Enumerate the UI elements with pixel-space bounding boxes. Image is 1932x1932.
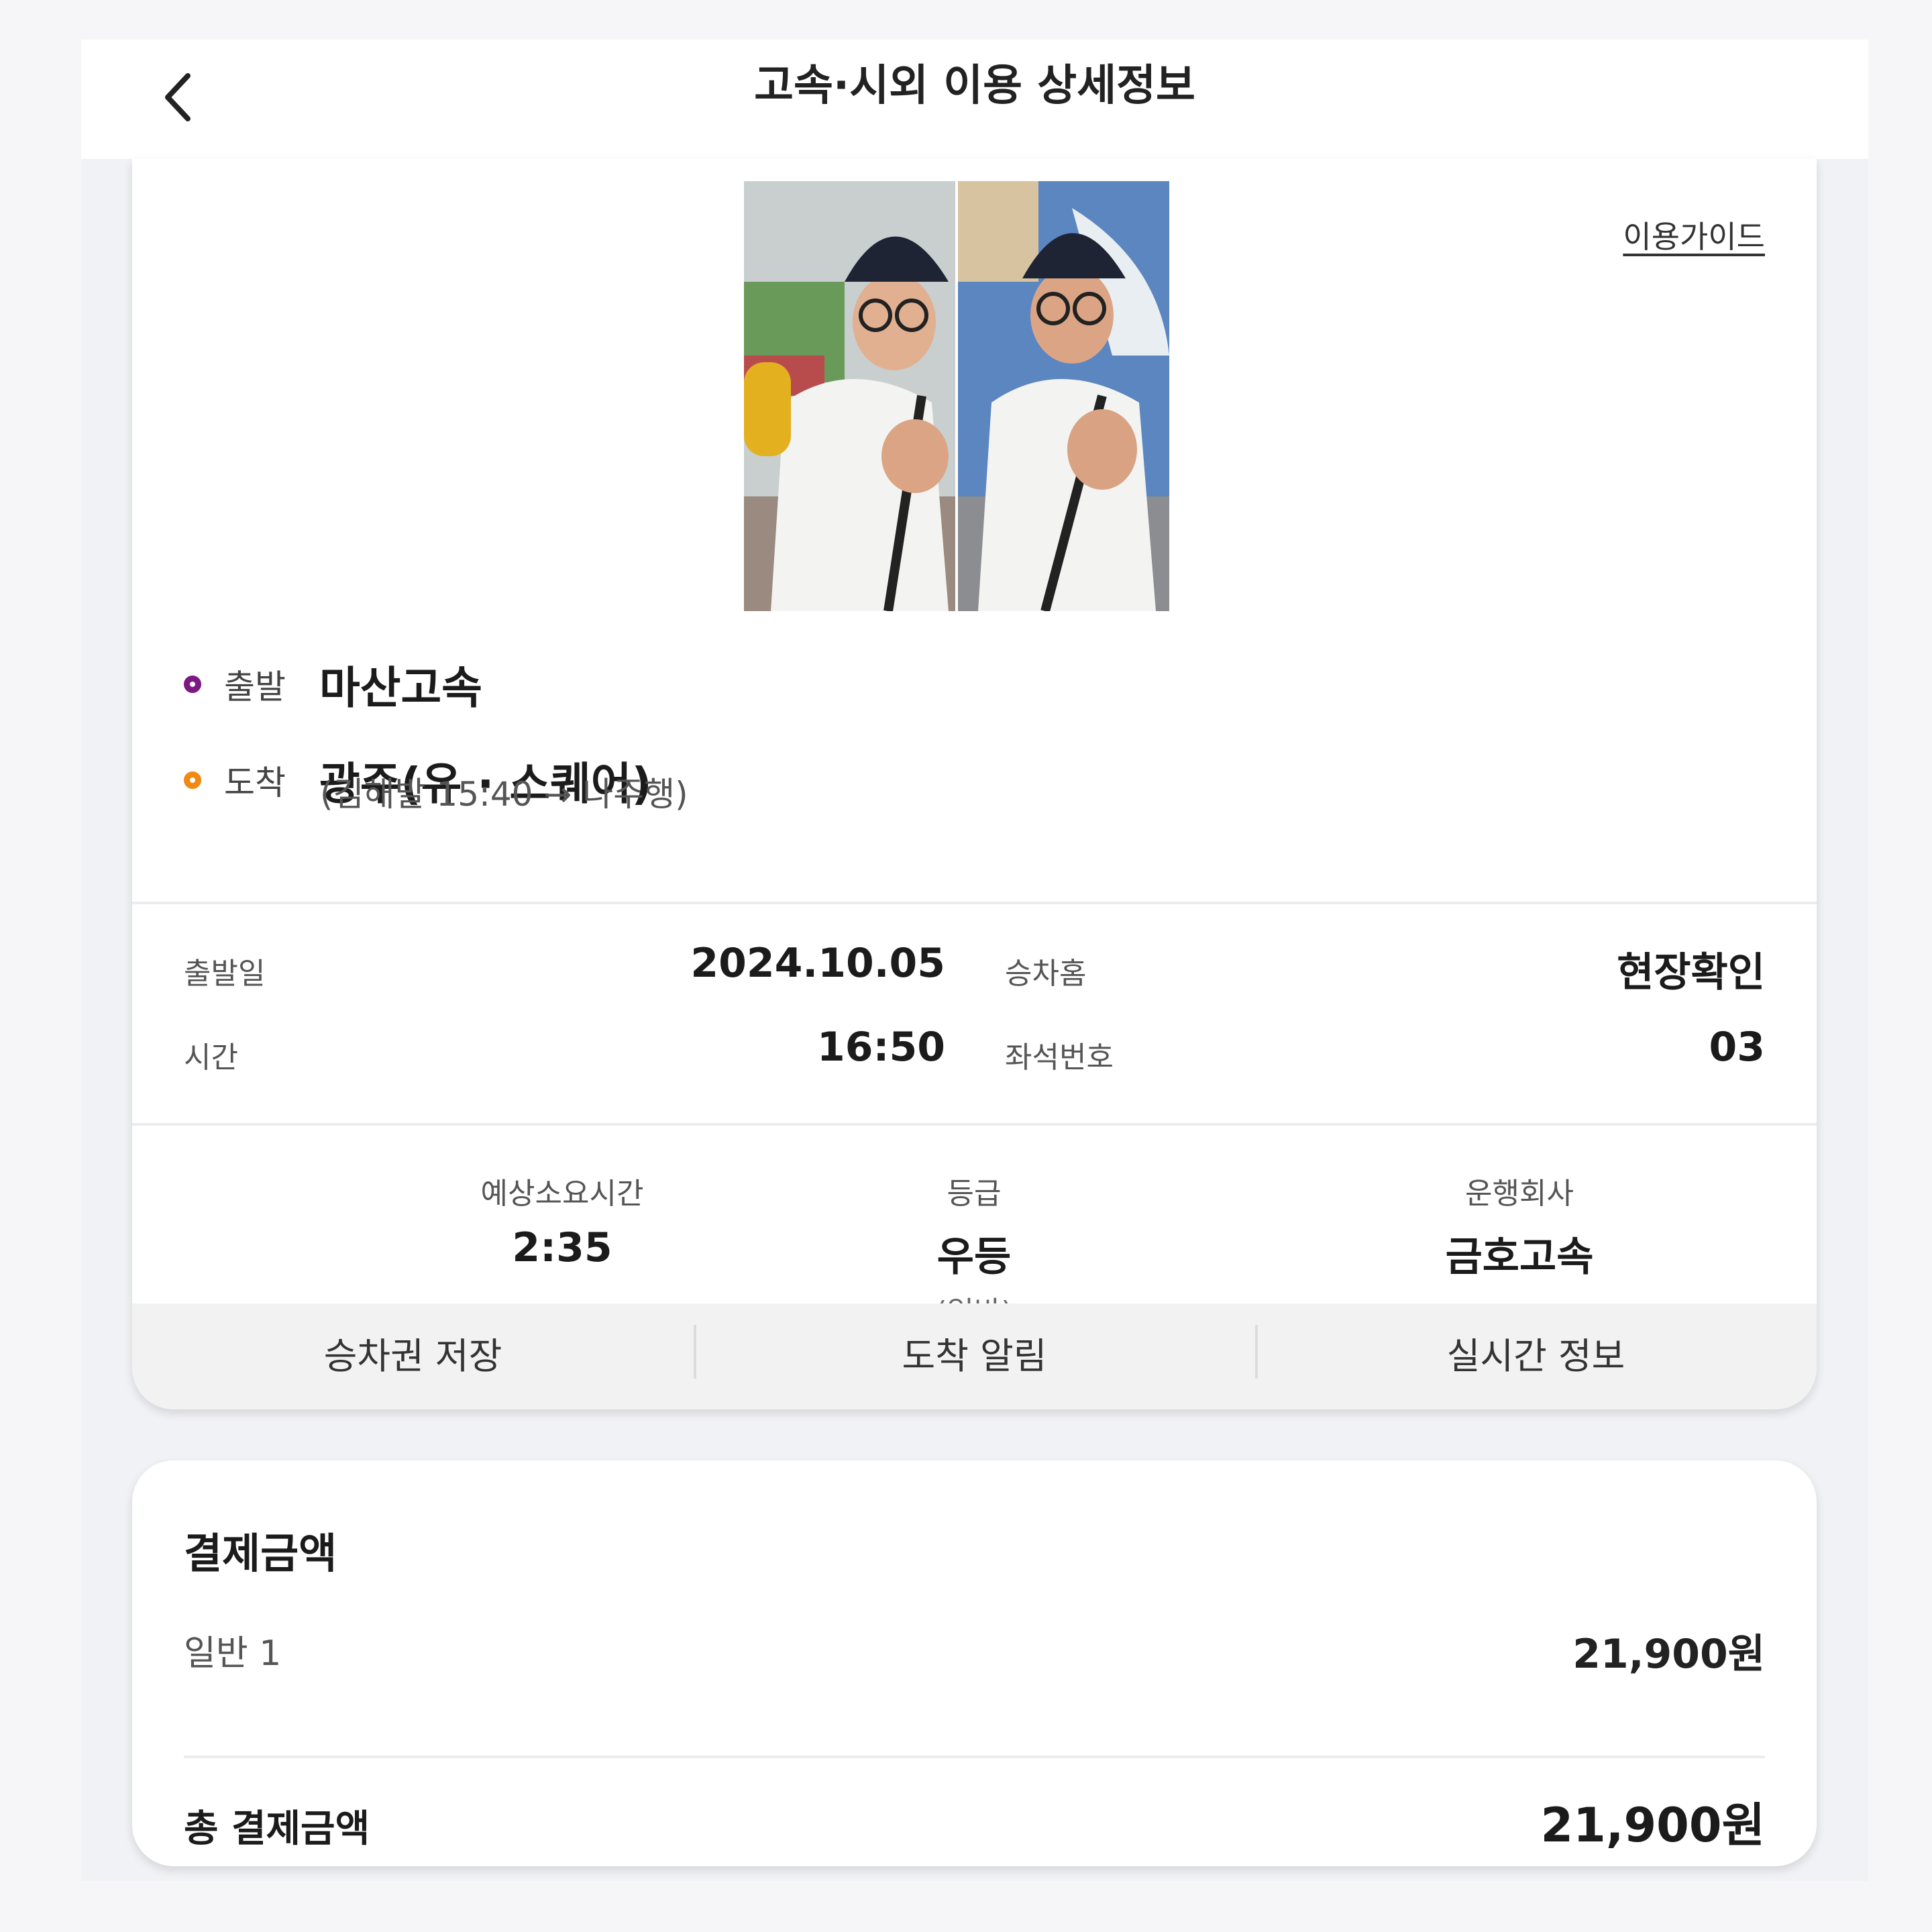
seat-number-value: 03 bbox=[1709, 1024, 1766, 1071]
arrival-alert-button[interactable]: 도착 알림 bbox=[694, 1303, 1255, 1409]
ticket-actions: 승차권 저장 도착 알림 실시간 정보 bbox=[132, 1303, 1817, 1409]
detail-label: 시간 bbox=[184, 1040, 238, 1075]
detail-label: 출발일 bbox=[184, 957, 266, 991]
stat-label: 운행회사 bbox=[1465, 1177, 1574, 1211]
divider bbox=[132, 902, 1817, 904]
passenger-photo-right bbox=[958, 181, 1169, 611]
departure-time-value: 16:50 bbox=[817, 1024, 945, 1071]
departure-dot-icon bbox=[184, 676, 201, 693]
departure-label: 출발 bbox=[224, 667, 286, 706]
stat-value: 2:35 bbox=[512, 1224, 612, 1271]
arrival-dot-icon bbox=[184, 771, 201, 789]
chevron-left-icon bbox=[165, 73, 191, 121]
total-label: 총 결제금액 bbox=[184, 1807, 370, 1851]
fare-amount: 21,900원 bbox=[1572, 1631, 1765, 1678]
arrival-label: 도착 bbox=[224, 763, 286, 802]
fare-type-label: 일반 1 bbox=[184, 1633, 282, 1674]
passenger-photo-left bbox=[744, 181, 955, 611]
platform-value: 현장확인 bbox=[1617, 949, 1765, 996]
passenger-photos bbox=[744, 181, 1169, 611]
payment-title: 결제금액 bbox=[184, 1529, 337, 1578]
stat-label: 예상소요시간 bbox=[480, 1177, 644, 1211]
detail-label: 좌석번호 bbox=[1005, 1040, 1114, 1075]
detail-label: 승차홈 bbox=[1005, 957, 1087, 991]
top-bar: 고속·시외 이용 상세정보 bbox=[81, 40, 1868, 159]
divider bbox=[132, 1123, 1817, 1126]
stat-label: 등급 bbox=[947, 1177, 1002, 1211]
stat-value: 금호고속 bbox=[1445, 1234, 1594, 1281]
route-note: (김해발 15:40 → 나주행) bbox=[320, 775, 688, 814]
realtime-info-button[interactable]: 실시간 정보 bbox=[1255, 1303, 1817, 1409]
usage-guide-link[interactable]: 이용가이드 bbox=[1623, 213, 1765, 257]
departure-date-value: 2024.10.05 bbox=[690, 940, 945, 987]
duration-stat: 예상소요시간 2:35 bbox=[361, 1169, 763, 1271]
page-title: 고속·시외 이용 상세정보 bbox=[754, 61, 1195, 111]
departure-row: 출발 마산고속 bbox=[184, 652, 482, 716]
departure-station: 마산고속 bbox=[319, 662, 482, 714]
back-button[interactable] bbox=[151, 64, 205, 131]
payment-card: 결제금액 일반 1 21,900원 총 결제금액 21,900원 bbox=[132, 1460, 1817, 1866]
operator-stat: 운행회사 금호고속 bbox=[1318, 1169, 1721, 1283]
save-ticket-button[interactable]: 승차권 저장 bbox=[132, 1303, 694, 1409]
divider bbox=[184, 1756, 1765, 1758]
total-amount: 21,900원 bbox=[1540, 1798, 1765, 1853]
stat-value: 우등 bbox=[936, 1234, 1012, 1281]
ticket-card: 이용가이드 출발 마산고속 도착 광주(유 · 스퀘어) (김해발 15:40 … bbox=[132, 159, 1817, 1409]
app-screen: 고속·시외 이용 상세정보 이용가이드 출발 마산고속 도착 광주(유 · 스퀘… bbox=[81, 40, 1868, 1881]
